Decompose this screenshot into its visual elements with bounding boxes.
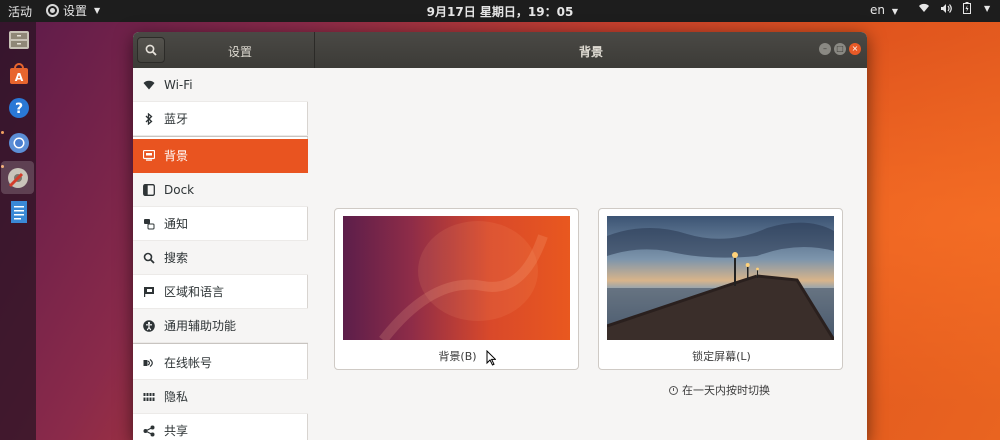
header-bar: 设置 背景 – □ ×	[133, 32, 867, 68]
maximize-icon: □	[836, 44, 844, 53]
sidebar-item-accessibility[interactable]: 通用辅助功能	[133, 309, 308, 343]
dock-icon	[142, 183, 155, 196]
close-button[interactable]: ×	[849, 43, 861, 55]
background-card-label: 背景(B)	[438, 350, 477, 363]
background-card[interactable]: 背景(B)	[334, 208, 579, 370]
sidebar-item-bluetooth[interactable]: 蓝牙	[133, 102, 308, 136]
settings-tools-icon	[7, 167, 28, 188]
volume-icon	[941, 3, 952, 13]
lang-label: en	[870, 3, 885, 17]
close-icon: ×	[851, 44, 859, 53]
sidebar-item-label: 背景	[164, 149, 189, 163]
dock: A ?	[0, 22, 36, 440]
window-controls: – □ ×	[819, 43, 861, 55]
sidebar-item-wifi[interactable]: Wi-Fi	[133, 68, 308, 102]
network-wifi-icon	[919, 3, 929, 13]
sidebar-item-label: Wi-Fi	[164, 77, 193, 92]
sidebar-item-online-accounts[interactable]: 在线帐号	[133, 346, 308, 380]
sidebar-item-label: Dock	[164, 182, 195, 197]
sidebar-item-label: 搜索	[164, 251, 189, 265]
system-tray[interactable]: ▼	[918, 2, 990, 14]
sidebar-item-label: 通用辅助功能	[164, 319, 237, 333]
search-icon	[142, 251, 155, 264]
privacy-icon	[142, 390, 155, 403]
share-icon	[142, 424, 155, 437]
clock-icon	[669, 385, 678, 395]
notification-icon	[142, 217, 155, 230]
background-panel: 背景(B) 锁定屏幕(L) 在一天内按时切换	[309, 68, 867, 440]
document-icon	[10, 200, 27, 223]
file-cabinet-icon	[8, 30, 29, 49]
search-button[interactable]	[137, 37, 165, 63]
files-launcher[interactable]	[5, 26, 32, 53]
input-language-menu[interactable]: en ▼	[870, 3, 898, 17]
help-launcher[interactable]: ?	[5, 94, 32, 121]
sidebar-item-label: 在线帐号	[164, 356, 213, 370]
sidebar-item-label: 区域和语言	[164, 285, 225, 299]
sidebar-item-search[interactable]: 搜索	[133, 241, 308, 275]
sidebar-item-label: 蓝牙	[164, 112, 189, 126]
software-launcher[interactable]: A	[5, 60, 32, 87]
sidebar-item-dock[interactable]: Dock	[133, 173, 308, 207]
background-thumbnail	[343, 216, 570, 340]
mouse-pointer-icon	[486, 350, 496, 366]
window-title: 背景	[578, 45, 603, 59]
timed-switch-note: 在一天内按时切换	[669, 382, 770, 398]
text-editor-launcher[interactable]	[5, 198, 32, 225]
online-accounts-icon	[142, 356, 155, 369]
running-indicator	[1, 131, 4, 134]
software-store-icon: A	[9, 62, 28, 84]
chromium-launcher[interactable]	[5, 129, 32, 156]
sidebar-item-label: 共享	[164, 424, 189, 438]
caret-down-icon: ▼	[94, 6, 101, 15]
clock-label[interactable]: 9月17日 星期日，19：05	[427, 5, 574, 19]
caret-down-icon: ▼	[984, 3, 991, 13]
sidebar-separator	[133, 343, 308, 344]
sidebar-item-background[interactable]: 背景	[133, 139, 308, 173]
svg-text:?: ?	[14, 101, 22, 117]
minimize-icon: –	[823, 44, 827, 53]
sidebar-separator	[133, 136, 308, 137]
chromium-browser-icon	[8, 132, 29, 153]
lockscreen-card-label: 锁定屏幕(L)	[692, 350, 751, 363]
sidebar-header: 设置	[133, 32, 315, 68]
bluetooth-icon	[142, 112, 155, 125]
clock: 9月17日 星期日，19：05	[0, 3, 1000, 20]
lockscreen-card[interactable]: 锁定屏幕(L)	[598, 208, 843, 370]
app-menu[interactable]: 设置 ▼	[46, 2, 100, 19]
background-icon	[142, 149, 155, 162]
sidebar-item-region-language[interactable]: 区域和语言	[133, 275, 308, 309]
sidebar-item-notifications[interactable]: 通知	[133, 207, 308, 241]
sidebar-item-sharing[interactable]: 共享	[133, 414, 308, 440]
battery-icon	[963, 2, 971, 14]
top-bar: 活动 设置 ▼ 9月17日 星期日，19：05 en ▼ ▼	[0, 0, 1000, 22]
sidebar-item-label: 通知	[164, 217, 189, 231]
activities-button[interactable]: 活动	[8, 3, 32, 20]
maximize-button[interactable]: □	[834, 43, 846, 55]
accessibility-icon	[142, 319, 155, 332]
sidebar-title: 设置	[227, 45, 252, 59]
minimize-button[interactable]: –	[819, 43, 831, 55]
timed-switch-label: 在一天内按时切换	[682, 384, 770, 397]
settings-window: 设置 背景 – □ × Wi-Fi 蓝牙 背景 Dock 通知 搜索 区域和语言…	[133, 32, 867, 440]
settings-gear-icon	[46, 4, 59, 17]
region-flag-icon	[142, 285, 155, 298]
app-menu-label: 设置	[63, 4, 88, 18]
wifi-icon	[142, 78, 155, 91]
svg-text:A: A	[14, 71, 23, 84]
search-icon	[145, 44, 157, 56]
lockscreen-thumbnail	[607, 216, 834, 340]
help-question-icon: ?	[8, 97, 29, 118]
settings-sidebar: Wi-Fi 蓝牙 背景 Dock 通知 搜索 区域和语言 通用辅助功能 在线帐号…	[133, 68, 308, 440]
caret-down-icon: ▼	[891, 7, 898, 16]
sidebar-item-label: 隐私	[164, 390, 189, 404]
sidebar-item-privacy[interactable]: 隐私	[133, 380, 308, 414]
settings-launcher[interactable]	[1, 161, 34, 194]
